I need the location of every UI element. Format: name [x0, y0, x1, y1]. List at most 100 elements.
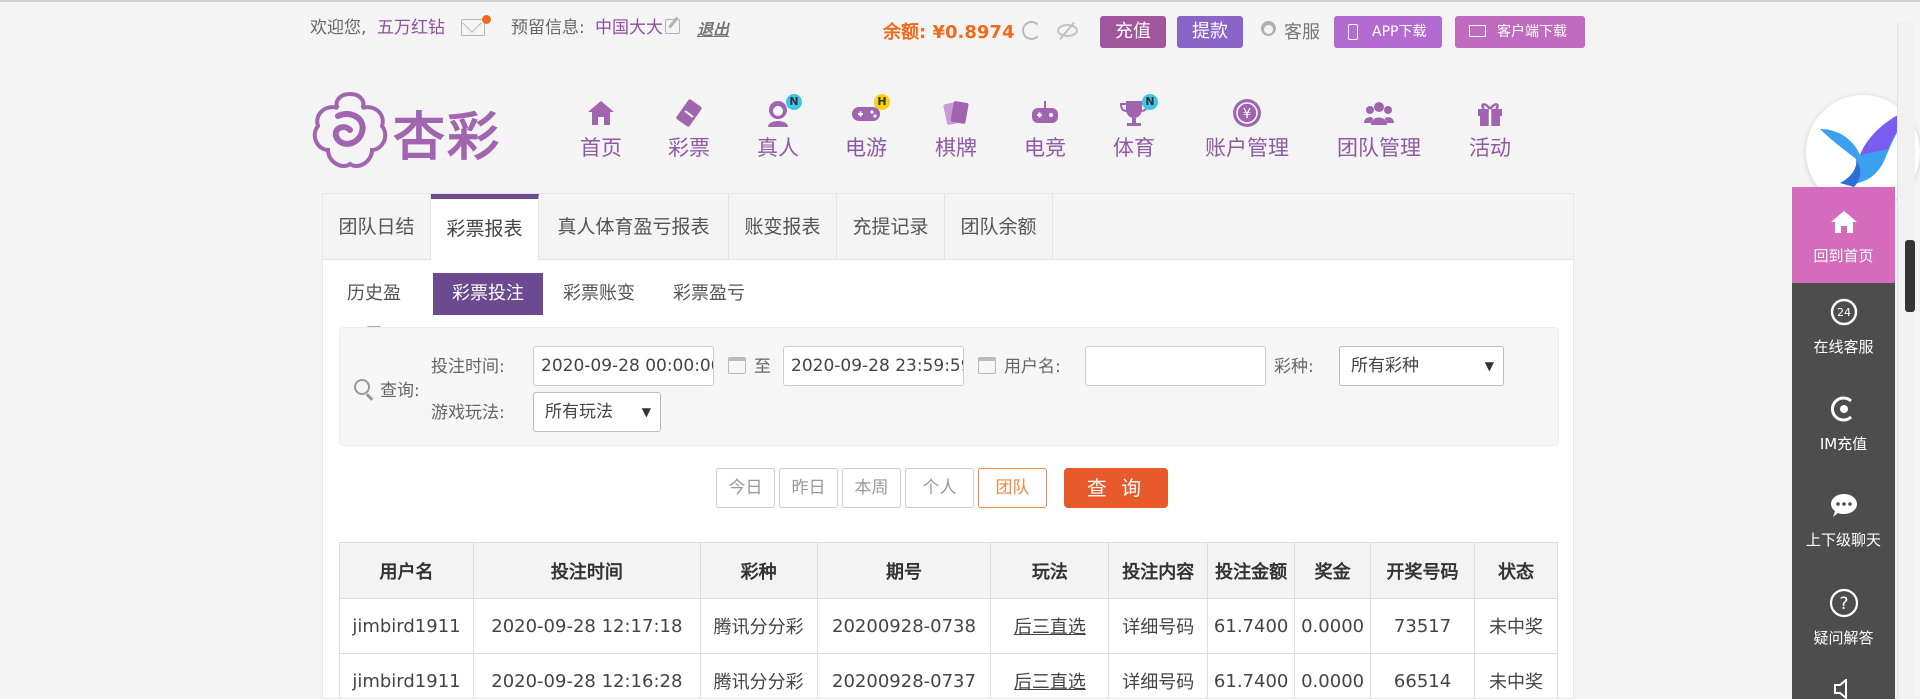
- sidebar-item-label: 在线客服: [1813, 338, 1874, 356]
- logo-emblem[interactable]: [310, 90, 390, 170]
- tab-live-sports-report[interactable]: 真人体育盈亏报表: [539, 194, 729, 260]
- subtab-lottery-transactions[interactable]: 彩票账变: [557, 273, 641, 315]
- nav-item-1[interactable]: 彩票: [668, 97, 710, 162]
- nav-label: 彩票: [668, 136, 710, 160]
- calendar-icon[interactable]: [978, 357, 996, 374]
- balance: 余额: ¥0.8974: [883, 18, 1014, 44]
- mail-icon[interactable]: [461, 19, 485, 36]
- sidebar-sound[interactable]: [1792, 677, 1895, 699]
- nav-item-8[interactable]: 团队管理: [1337, 97, 1421, 162]
- edit-icon[interactable]: [665, 19, 680, 34]
- sidebar-back-home[interactable]: 回到首页: [1792, 187, 1895, 283]
- app-download-label: APP下载: [1372, 24, 1427, 40]
- account-icon: ¥: [1231, 97, 1263, 129]
- nav-item-9[interactable]: 活动: [1469, 97, 1511, 162]
- nav-item-6[interactable]: N 体育: [1113, 94, 1158, 162]
- home-icon: [1830, 211, 1857, 233]
- table-header-row: 用户名 投注时间 彩种 期号 玩法 投注内容 投注金额 奖金 开奖号码 状态: [339, 542, 1558, 599]
- nav-label: 团队管理: [1337, 136, 1421, 160]
- table-cell: 20200928-0737: [816, 653, 992, 699]
- svg-text:?: ?: [1839, 594, 1848, 614]
- table-cell[interactable]: 详细号码: [1108, 653, 1209, 699]
- tab-lottery-report[interactable]: 彩票报表: [431, 194, 539, 261]
- username-label: 用户名:: [1004, 357, 1061, 377]
- subtab-history-pnl[interactable]: 历史盈亏: [339, 273, 409, 346]
- balance-label: 余额:: [883, 22, 927, 43]
- chevron-down-icon: ▼: [1484, 359, 1494, 373]
- table-cell: 未中奖: [1474, 598, 1558, 654]
- tab-team-balance[interactable]: 团队余额: [945, 194, 1053, 260]
- table-cell[interactable]: 详细号码: [1108, 598, 1209, 654]
- end-time-input[interactable]: 2020-09-28 23:59:59: [783, 346, 964, 386]
- column-header: 玩法: [990, 542, 1110, 599]
- page-scrollbar[interactable]: [1897, 22, 1915, 699]
- column-header: 投注内容: [1108, 542, 1209, 599]
- sidebar-chat[interactable]: 上下级聊天: [1792, 490, 1895, 550]
- play-type-label: 游戏玩法:: [431, 403, 505, 423]
- calendar-icon[interactable]: [728, 357, 746, 374]
- subtab-lottery-bets[interactable]: 彩票投注: [433, 273, 543, 315]
- play-type-select[interactable]: 所有玩法 ▼: [533, 392, 661, 432]
- sidebar-online-service[interactable]: 24 在线客服: [1792, 297, 1895, 357]
- tab-transaction-report[interactable]: 账变报表: [729, 194, 837, 260]
- to-label: 至: [754, 357, 771, 377]
- logo-text[interactable]: 杏彩: [393, 95, 501, 170]
- nav-item-4[interactable]: 棋牌: [935, 97, 977, 162]
- personal-button[interactable]: 个人: [905, 468, 974, 508]
- column-header: 投注时间: [472, 542, 701, 599]
- query-submit-button[interactable]: 查 询: [1064, 468, 1168, 508]
- sidebar-item-label: IM充值: [1819, 435, 1868, 453]
- nav-label: 棋牌: [935, 136, 977, 160]
- sidebar-faq[interactable]: ? 疑问解答: [1792, 587, 1895, 648]
- nav-item-0[interactable]: 首页: [580, 97, 622, 162]
- table-cell: jimbird1911: [339, 653, 474, 699]
- withdraw-button[interactable]: 提款: [1177, 16, 1243, 48]
- nav-item-7[interactable]: ¥ 账户管理: [1205, 97, 1289, 162]
- reserved-info-label: 预留信息:: [511, 18, 585, 38]
- esports-icon: [1029, 97, 1061, 129]
- tab-team-daily[interactable]: 团队日结: [323, 194, 431, 260]
- chevron-down-icon: ▼: [641, 405, 651, 419]
- query-form: 查询: 投注时间: 2020-09-28 00:00:00 至 2020-09-…: [339, 327, 1559, 446]
- refresh-icon[interactable]: [1022, 21, 1041, 40]
- scrollbar-thumb[interactable]: [1905, 240, 1915, 312]
- nav-item-5[interactable]: 电竞: [1024, 97, 1066, 162]
- sidebar-item-label: 疑问解答: [1813, 629, 1874, 647]
- query-title: 查询:: [380, 381, 420, 401]
- nav-item-3[interactable]: H 电游: [845, 94, 890, 162]
- table-cell[interactable]: 后三直选: [990, 598, 1110, 654]
- headset-24-icon: 24: [1830, 298, 1857, 326]
- customer-service-icon[interactable]: [1260, 21, 1277, 42]
- client-download-button[interactable]: 客户端下载: [1455, 16, 1585, 48]
- this-week-button[interactable]: 本周: [842, 468, 901, 508]
- yesterday-button[interactable]: 昨日: [779, 468, 838, 508]
- table-cell: 2020-09-28 12:17:18: [472, 598, 701, 654]
- question-icon: ?: [1829, 588, 1858, 618]
- hide-balance-icon[interactable]: [1057, 24, 1078, 37]
- logout-link[interactable]: 退出: [697, 16, 729, 40]
- im-icon: [1830, 396, 1852, 422]
- subtab-lottery-pnl[interactable]: 彩票盈亏: [667, 273, 751, 315]
- svg-text:¥: ¥: [1243, 107, 1251, 122]
- table-cell: jimbird1911: [339, 598, 474, 654]
- sidebar-im-recharge[interactable]: IM充值: [1792, 394, 1895, 454]
- reserved-info-value: 中国大大: [595, 18, 663, 38]
- lottery-type-select[interactable]: 所有彩种 ▼: [1339, 346, 1504, 386]
- customer-service-link[interactable]: 客服: [1284, 18, 1320, 44]
- column-header: 彩种: [699, 542, 818, 599]
- today-button[interactable]: 今日: [716, 468, 775, 508]
- nav-badge: H: [874, 94, 890, 110]
- table-cell[interactable]: 后三直选: [990, 653, 1110, 699]
- start-time-input[interactable]: 2020-09-28 00:00:00: [533, 346, 714, 386]
- table-cell: 0.0000: [1294, 598, 1372, 654]
- table-cell: 61.7400: [1207, 653, 1296, 699]
- floating-sidebar: 回到首页 24 在线客服 IM充值 上下级聊天 ? 疑问解答: [1792, 187, 1895, 699]
- app-download-button[interactable]: APP下载: [1334, 16, 1442, 48]
- username-input[interactable]: [1085, 346, 1266, 386]
- team-button[interactable]: 团队: [978, 468, 1047, 508]
- column-header: 用户名: [339, 542, 474, 599]
- tab-deposit-withdraw-records[interactable]: 充提记录: [837, 194, 945, 260]
- username-link[interactable]: 五万红钻: [377, 16, 445, 40]
- deposit-button[interactable]: 充值: [1100, 16, 1166, 48]
- nav-item-2[interactable]: N 真人: [757, 94, 802, 162]
